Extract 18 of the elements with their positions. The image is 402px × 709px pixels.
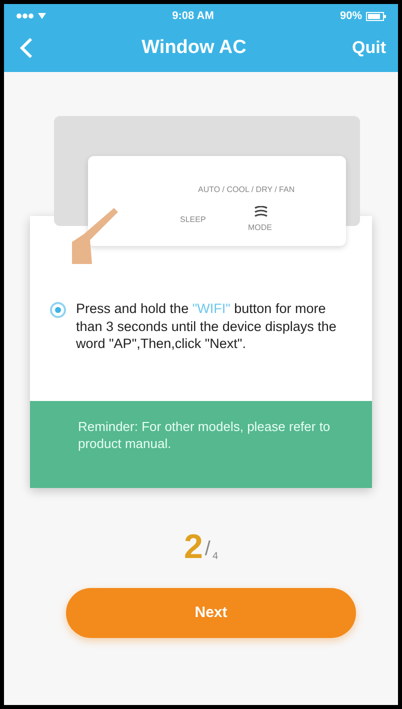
- panel-label: AUTO / COOL / DRY / FAN: [198, 184, 295, 196]
- fan-icon: [254, 206, 268, 218]
- step-separator: /: [204, 537, 210, 562]
- panel-label: SLEEP: [180, 214, 206, 226]
- quit-button[interactable]: Quit: [352, 35, 386, 61]
- next-button[interactable]: Next: [66, 588, 356, 638]
- reminder-banner: Reminder: For other models, please refer to product manual.: [30, 400, 372, 488]
- finger-drawing: [70, 206, 120, 266]
- instruction-text: Press and hold the "WIFI" button for more than 3 seconds until the device displays the word "AP",Then,click "Next".: [76, 300, 338, 353]
- battery-level: 90%: [340, 8, 362, 24]
- screen-title: Window AC: [142, 36, 246, 60]
- battery-icon: [366, 12, 386, 20]
- panel-label: MODE: [248, 222, 272, 234]
- status-time: 9:08 AM: [172, 8, 214, 24]
- step-total: 4: [212, 550, 218, 564]
- radio-button[interactable]: [50, 302, 66, 318]
- signal-icon: [16, 12, 46, 20]
- step-current: 2: [184, 530, 203, 564]
